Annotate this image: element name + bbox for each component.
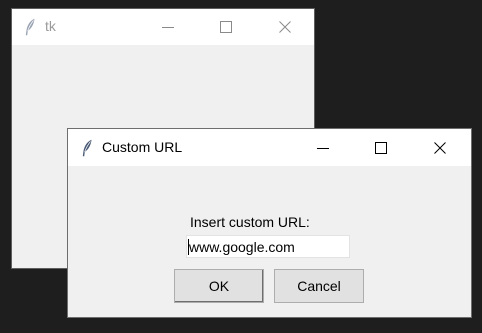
text-caret [188, 239, 189, 255]
ok-button[interactable]: OK [174, 269, 264, 303]
url-prompt-label: Insert custom URL: [190, 214, 310, 230]
close-button[interactable] [417, 129, 463, 166]
root-titlebar[interactable]: tk [12, 9, 314, 45]
maximize-button[interactable] [203, 9, 249, 45]
maximize-icon [375, 141, 387, 154]
close-icon [434, 141, 446, 154]
custom-url-dialog: Custom URL Insert custom URL: OK Cancel [67, 128, 472, 318]
minimize-icon [162, 21, 174, 33]
dialog-title: Custom URL [102, 139, 183, 155]
minimize-button[interactable] [145, 9, 191, 45]
feather-icon [81, 139, 93, 162]
close-button[interactable] [262, 9, 308, 45]
minimize-button[interactable] [300, 129, 346, 166]
dialog-client-area: Insert custom URL: OK Cancel [68, 166, 471, 317]
maximize-button[interactable] [358, 129, 404, 166]
feather-icon [24, 18, 36, 41]
dialog-titlebar[interactable]: Custom URL [68, 129, 471, 166]
minimize-icon [317, 142, 329, 154]
close-icon [279, 21, 291, 33]
cancel-button[interactable]: Cancel [274, 269, 364, 303]
url-input[interactable] [186, 235, 350, 258]
window-title: tk [45, 18, 56, 34]
maximize-icon [220, 21, 232, 33]
